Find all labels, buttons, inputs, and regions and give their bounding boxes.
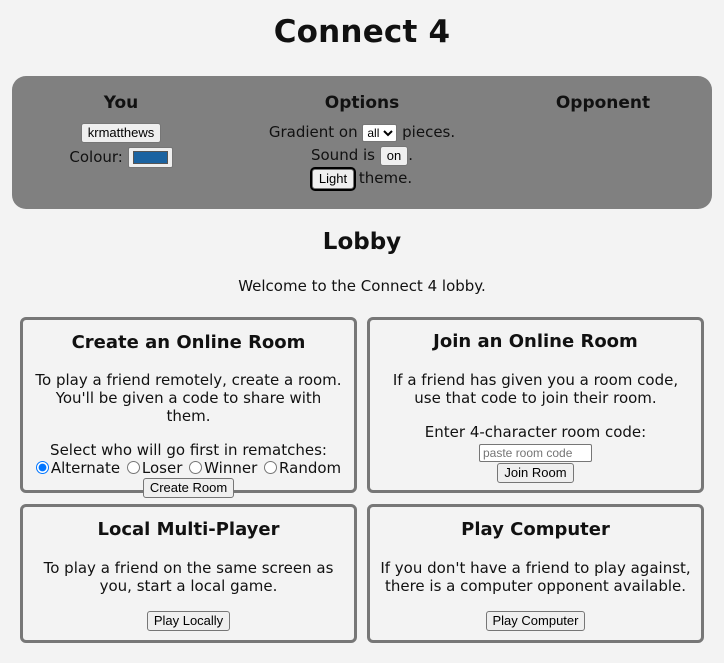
theme-toggle-button[interactable]: Light bbox=[309, 167, 357, 191]
theme-row: Light theme. bbox=[252, 167, 472, 191]
colour-row: Colour: bbox=[56, 147, 186, 168]
radio-winner-label: Winner bbox=[204, 459, 258, 477]
options-heading: Options bbox=[324, 93, 400, 113]
join-room-title: Join an Online Room bbox=[433, 331, 638, 352]
welcome-text: Welcome to the Connect 4 lobby. bbox=[238, 277, 486, 295]
create-room-card: Create an Online Room To play a friend r… bbox=[20, 317, 357, 498]
sound-period: . bbox=[408, 146, 413, 164]
options-section: Options Gradient on all pieces. Sound is… bbox=[252, 93, 472, 191]
sound-label: Sound is bbox=[310, 146, 375, 164]
radio-random-input[interactable] bbox=[264, 461, 278, 474]
radio-alternate-input[interactable] bbox=[35, 461, 49, 474]
gradient-select[interactable]: all bbox=[362, 124, 398, 142]
radio-winner-input[interactable] bbox=[189, 461, 203, 474]
app-title: Connect 4 bbox=[273, 14, 451, 50]
play-computer-button[interactable]: Play Computer bbox=[485, 611, 586, 631]
create-room-title: Create an Online Room bbox=[71, 332, 306, 353]
create-room-button[interactable]: Create Room bbox=[142, 478, 235, 498]
gradient-suffix: pieces. bbox=[402, 123, 456, 141]
username-button[interactable]: krmatthews bbox=[80, 123, 162, 143]
sound-toggle-button[interactable]: on bbox=[379, 146, 409, 166]
radio-loser[interactable]: Loser bbox=[126, 459, 183, 477]
you-section: You krmatthews Colour: bbox=[56, 93, 186, 168]
create-room-desc: To play a friend remotely, create a room… bbox=[35, 371, 342, 425]
colour-label: Colour: bbox=[69, 148, 123, 166]
computer-desc: If you don't have a friend to play again… bbox=[380, 559, 691, 595]
theme-suffix: theme. bbox=[358, 169, 413, 187]
room-code-input[interactable] bbox=[479, 444, 592, 462]
you-heading: You bbox=[103, 93, 139, 113]
colour-swatch bbox=[132, 151, 168, 164]
settings-panel: You krmatthews Colour: Options Gradient … bbox=[12, 76, 712, 209]
join-room-desc: If a friend has given you a room code, u… bbox=[392, 371, 679, 407]
sound-row: Sound is on. bbox=[252, 146, 472, 166]
radio-alternate[interactable]: Alternate bbox=[35, 459, 121, 477]
colour-picker[interactable] bbox=[127, 147, 173, 168]
lobby-title: Lobby bbox=[322, 229, 402, 255]
radio-winner[interactable]: Winner bbox=[189, 459, 257, 477]
radio-random[interactable]: Random bbox=[264, 459, 341, 477]
radio-alternate-label: Alternate bbox=[50, 459, 121, 477]
radio-random-label: Random bbox=[279, 459, 342, 477]
opponent-section: Opponent bbox=[532, 93, 674, 113]
local-desc: To play a friend on the same screen as y… bbox=[43, 559, 334, 595]
room-code-label: Enter 4-character room code: bbox=[424, 423, 647, 441]
play-computer-card: Play Computer If you don't have a friend… bbox=[367, 504, 704, 643]
radio-loser-input[interactable] bbox=[126, 461, 140, 474]
computer-title: Play Computer bbox=[461, 519, 610, 540]
local-multiplayer-card: Local Multi-Player To play a friend on t… bbox=[20, 504, 357, 643]
rematch-radio-group: Alternate Loser Winner Random bbox=[33, 459, 344, 477]
rematch-label: Select who will go first in rematches: bbox=[50, 441, 327, 459]
gradient-label: Gradient on bbox=[268, 123, 358, 141]
join-room-button[interactable]: Join Room bbox=[497, 463, 574, 483]
gradient-row: Gradient on all pieces. bbox=[252, 123, 472, 142]
radio-loser-label: Loser bbox=[141, 459, 183, 477]
play-locally-button[interactable]: Play Locally bbox=[146, 611, 231, 631]
local-title: Local Multi-Player bbox=[97, 519, 280, 540]
join-room-card: Join an Online Room If a friend has give… bbox=[367, 317, 704, 493]
opponent-heading: Opponent bbox=[555, 93, 651, 113]
